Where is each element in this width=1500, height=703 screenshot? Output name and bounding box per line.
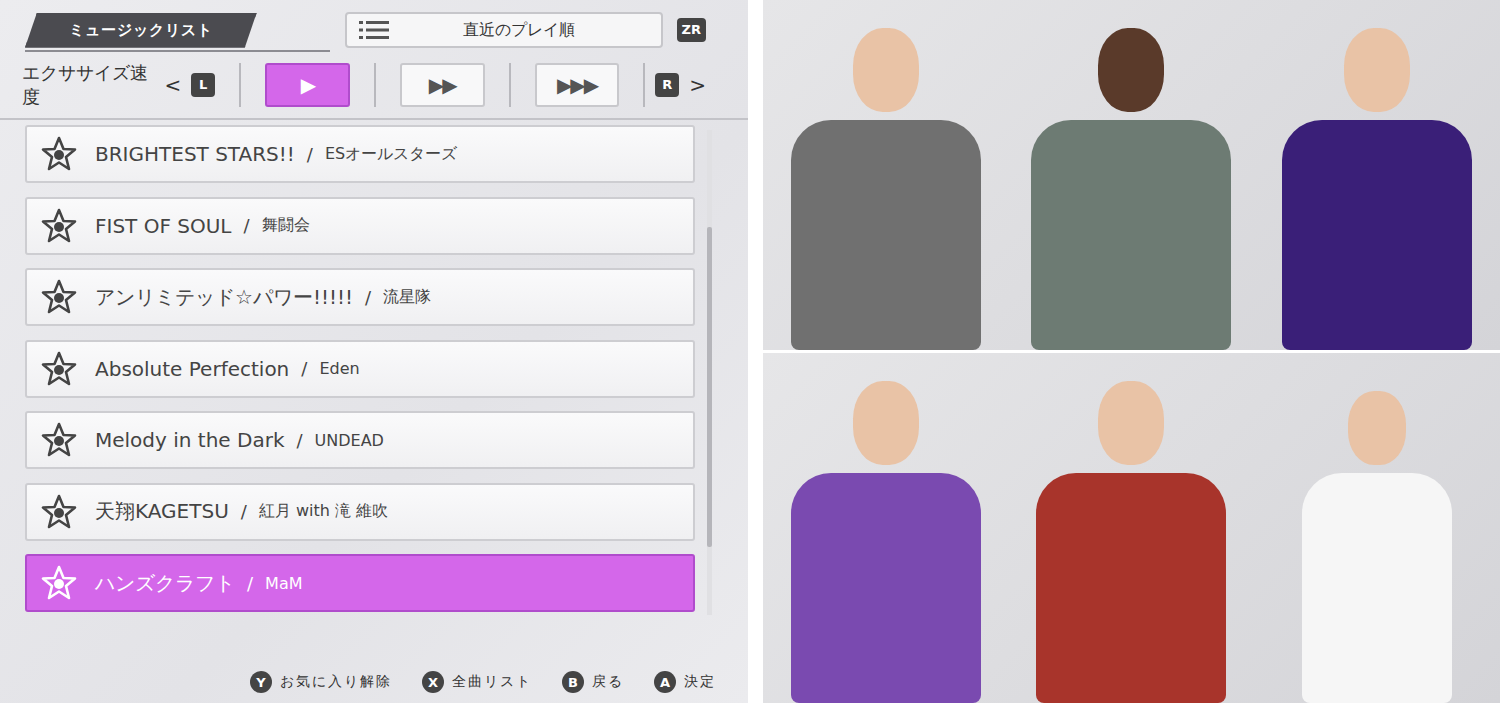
- star-icon: [41, 494, 77, 530]
- panel-title: ミュージックリスト: [25, 13, 257, 48]
- list-icon: [359, 20, 389, 40]
- speed-selector: エクササイズ速度 < L ▶ ▶▶ ▶▶▶ R >: [0, 52, 748, 110]
- song-row[interactable]: 天翔KAGETSU / 紅月 with 滝 維吹: [25, 483, 695, 541]
- star-icon: [41, 208, 77, 244]
- button-hint[interactable]: Y お気に入り解除: [250, 671, 392, 693]
- l-key-icon: L: [191, 73, 215, 97]
- button-hints: Y お気に入り解除 X 全曲リスト B 戻る A 決定: [0, 671, 748, 703]
- star-icon: [41, 279, 77, 315]
- screen: ミュージックリスト 直近のプレイ順 ZR エクササイズ速度 < L ▶ ▶▶ ▶…: [0, 0, 1500, 703]
- character-render: [763, 0, 1500, 350]
- button-hint[interactable]: B 戻る: [562, 671, 624, 693]
- song-row[interactable]: ハンズクラフト / MaM: [25, 554, 695, 612]
- next-arrow[interactable]: >: [689, 73, 706, 97]
- song-row[interactable]: Melody in the Dark / UNDEAD: [25, 411, 695, 469]
- speed-option[interactable]: ▶▶▶: [535, 63, 620, 107]
- song-row[interactable]: Absolute Perfection / Eden: [25, 340, 695, 398]
- speed-option[interactable]: ▶▶: [400, 63, 485, 107]
- sort-button[interactable]: 直近のプレイ順: [345, 12, 663, 48]
- star-icon: [41, 422, 77, 458]
- star-icon: [41, 136, 77, 172]
- star-icon: [41, 351, 77, 387]
- button-hint[interactable]: A 決定: [654, 671, 716, 693]
- song-row[interactable]: アンリミテッド☆パワー!!!!! / 流星隊: [25, 268, 695, 326]
- music-list-panel: ミュージックリスト 直近のプレイ順 ZR エクササイズ速度 < L ▶ ▶▶ ▶…: [0, 0, 748, 703]
- button-hint[interactable]: X 全曲リスト: [422, 671, 532, 693]
- song-row[interactable]: FIST OF SOUL / 舞闘会: [25, 197, 695, 255]
- character-gallery: [763, 0, 1500, 703]
- song-list: BRIGHTEST STARS!! / ESオールスターズ FIST OF SO…: [25, 125, 695, 615]
- scrollbar[interactable]: [707, 130, 712, 615]
- speed-option[interactable]: ▶: [265, 63, 350, 107]
- r-key-icon: R: [655, 73, 679, 97]
- zr-key-icon: ZR: [677, 18, 706, 42]
- song-row[interactable]: BRIGHTEST STARS!! / ESオールスターズ: [25, 125, 695, 183]
- star-icon: [41, 565, 77, 601]
- scroll-thumb[interactable]: [707, 227, 712, 547]
- speed-label: エクササイズ速度: [22, 61, 154, 109]
- character-render: [763, 353, 1500, 703]
- prev-arrow[interactable]: <: [164, 73, 181, 97]
